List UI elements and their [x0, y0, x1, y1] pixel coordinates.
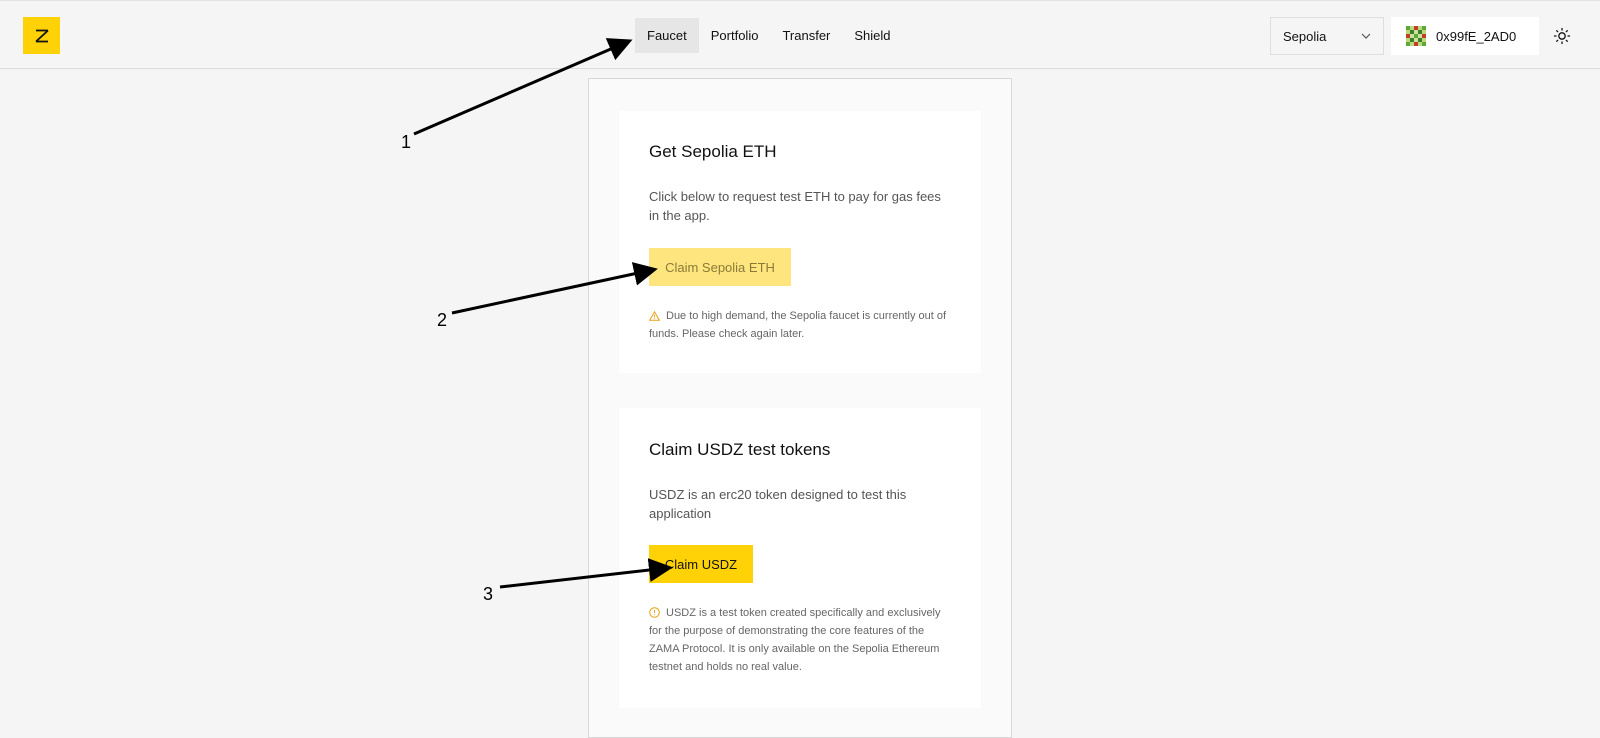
info-icon	[649, 607, 660, 618]
zama-logo[interactable]	[23, 17, 60, 54]
chevron-down-icon	[1361, 33, 1371, 39]
warning-icon	[649, 311, 660, 321]
warning-note: Due to high demand, the Sepolia faucet i…	[649, 307, 949, 343]
main-nav: Faucet Portfolio Transfer Shield	[635, 18, 903, 53]
z-logo-icon	[34, 29, 49, 42]
top-header: Faucet Portfolio Transfer Shield Sepolia…	[0, 0, 1600, 69]
network-label: Sepolia	[1283, 28, 1327, 44]
annotation-label-3: 3	[483, 584, 494, 604]
card-description: Click below to request test ETH to pay f…	[649, 189, 941, 223]
network-select[interactable]: Sepolia	[1270, 17, 1384, 55]
nav-shield[interactable]: Shield	[842, 18, 902, 53]
avatar-icon	[1406, 26, 1426, 46]
claim-sepolia-eth-button[interactable]: Claim Sepolia ETH	[649, 248, 791, 286]
annotation-label-2: 2	[437, 310, 448, 330]
annotation-label-1: 1	[401, 132, 412, 152]
note-text: USDZ is a test token created specificall…	[649, 607, 941, 673]
card-title: Claim USDZ test tokens	[649, 440, 831, 459]
info-note: USDZ is a test token created specificall…	[649, 604, 949, 676]
usdz-card: Claim USDZ test tokens USDZ is an erc20 …	[619, 408, 981, 708]
sepolia-eth-card: Get Sepolia ETH Click below to request t…	[619, 111, 981, 373]
note-text: Due to high demand, the Sepolia faucet i…	[649, 310, 947, 340]
account-address: 0x99fE_2AD0	[1436, 28, 1517, 44]
sun-icon[interactable]	[1553, 27, 1571, 45]
nav-transfer[interactable]: Transfer	[770, 18, 842, 53]
card-title: Get Sepolia ETH	[649, 142, 777, 161]
nav-portfolio[interactable]: Portfolio	[699, 18, 771, 53]
claim-usdz-button[interactable]: Claim USDZ	[649, 545, 753, 583]
card-description: USDZ is an erc20 token designed to test …	[649, 487, 907, 521]
faucet-panel: Get Sepolia ETH Click below to request t…	[588, 78, 1012, 738]
account-button[interactable]: 0x99fE_2AD0	[1391, 17, 1539, 55]
nav-faucet[interactable]: Faucet	[635, 18, 699, 53]
